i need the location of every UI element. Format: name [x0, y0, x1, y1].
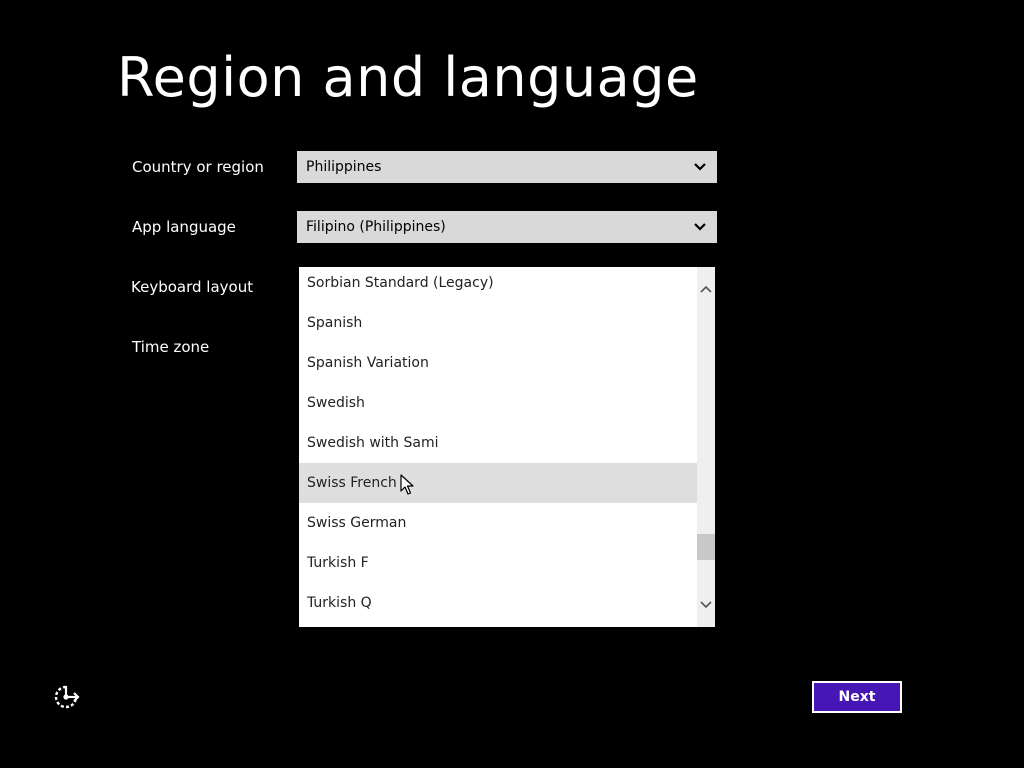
- page-title: Region and language: [117, 46, 699, 109]
- time-zone-label: Time zone: [132, 338, 210, 356]
- scroll-thumb[interactable]: [697, 534, 715, 560]
- list-item[interactable]: Swiss German: [299, 503, 697, 543]
- list-item[interactable]: Turkish F: [299, 543, 697, 583]
- keyboard-layout-options: Sorbian Standard (Legacy) Spanish Spanis…: [299, 267, 715, 623]
- keyboard-layout-label: Keyboard layout: [131, 278, 254, 296]
- app-language-select[interactable]: Filipino (Philippines): [297, 211, 717, 243]
- chevron-down-icon: [694, 163, 706, 171]
- country-label: Country or region: [132, 158, 264, 176]
- country-select[interactable]: Philippines: [297, 151, 717, 183]
- keyboard-layout-dropdown[interactable]: Sorbian Standard (Legacy) Spanish Spanis…: [299, 267, 715, 627]
- app-language-select-value: Filipino (Philippines): [306, 219, 446, 235]
- list-item[interactable]: Spanish: [299, 303, 697, 343]
- scroll-up-arrow-icon[interactable]: [698, 281, 714, 297]
- app-language-label: App language: [132, 218, 236, 236]
- list-item[interactable]: Turkish Q: [299, 583, 697, 623]
- next-button[interactable]: Next: [812, 681, 902, 713]
- list-item-hovered[interactable]: Swiss French: [299, 463, 715, 503]
- list-item[interactable]: Swedish with Sami: [299, 423, 697, 463]
- ease-of-access-icon[interactable]: [52, 683, 80, 711]
- scrollbar[interactable]: [697, 267, 715, 627]
- country-select-value: Philippines: [306, 159, 382, 175]
- scroll-down-arrow-icon[interactable]: [698, 597, 714, 613]
- list-item[interactable]: Sorbian Standard (Legacy): [299, 267, 697, 303]
- setup-page: Region and language Country or region Ph…: [0, 0, 1024, 768]
- list-item[interactable]: Spanish Variation: [299, 343, 697, 383]
- chevron-down-icon: [694, 223, 706, 231]
- mouse-cursor-icon: [400, 474, 414, 495]
- list-item[interactable]: Swedish: [299, 383, 697, 423]
